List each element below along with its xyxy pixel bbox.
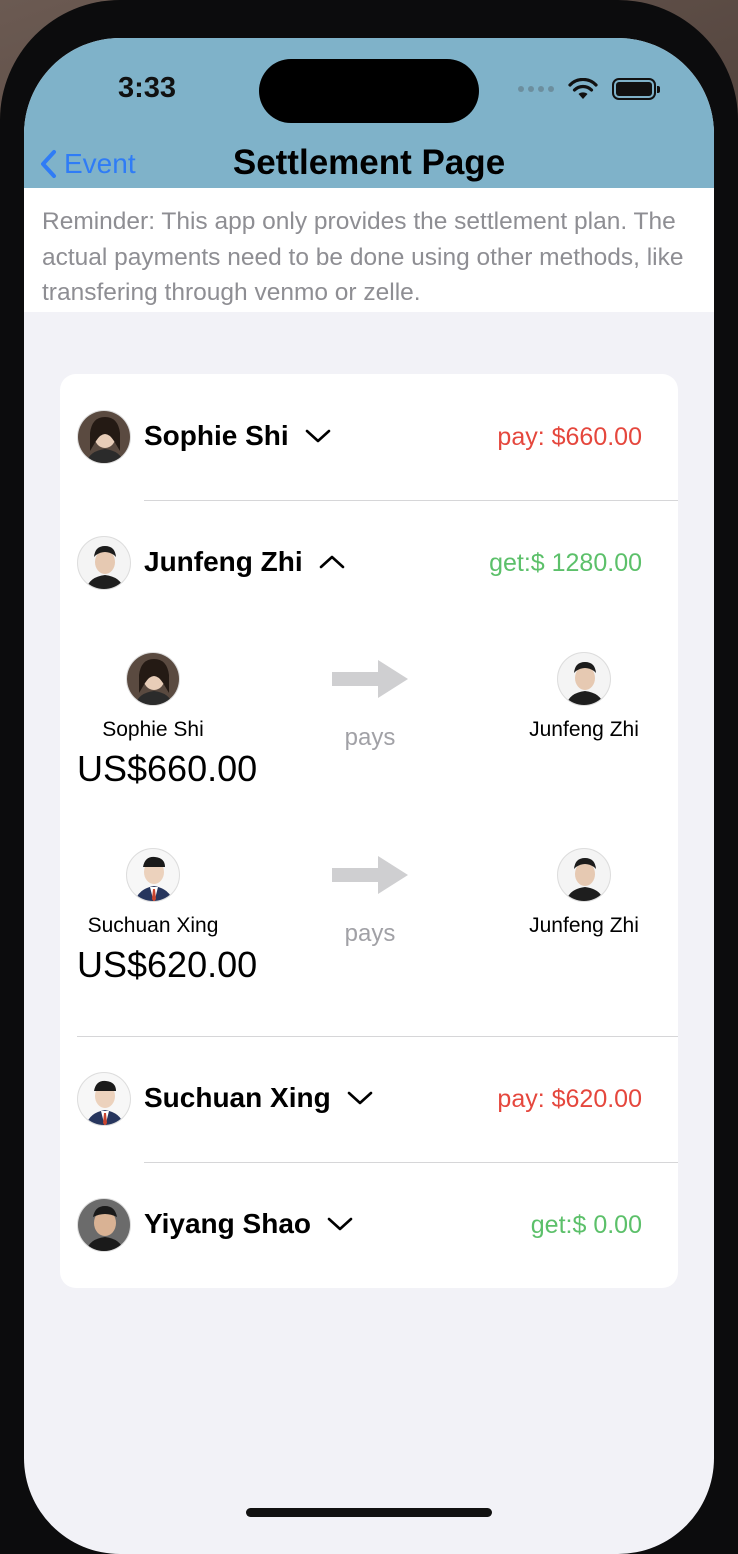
status-time: 3:33 <box>118 72 177 104</box>
chevron-down-icon[interactable] <box>347 1090 373 1106</box>
payee-name: Junfeng Zhi <box>529 914 639 937</box>
member-name-text: Suchuan Xing <box>144 1082 331 1113</box>
payee-avatar <box>557 652 611 706</box>
member-row-sophie-shi[interactable]: Sophie Shi pay: $660.00 <box>60 374 678 500</box>
member-name: Junfeng Zhi <box>144 546 345 578</box>
member-name: Sophie Shi <box>144 420 331 452</box>
payer-name: Suchuan Xing <box>87 914 219 937</box>
pays-label: pays <box>344 724 396 751</box>
avatar <box>77 1198 131 1252</box>
status-icons <box>518 78 660 100</box>
member-balance: pay: $660.00 <box>497 423 642 451</box>
dynamic-island <box>259 59 479 123</box>
avatar <box>77 536 131 590</box>
avatar <box>77 1072 131 1126</box>
payee-avatar <box>557 848 611 902</box>
member-row-junfeng-zhi[interactable]: Junfeng Zhi get:$ 1280.00 <box>60 500 678 626</box>
home-indicator[interactable] <box>246 1508 492 1517</box>
member-row-yiyang-shao[interactable]: Yiyang Shao get:$ 0.00 <box>60 1162 678 1288</box>
member-name-text: Yiyang Shao <box>144 1208 312 1239</box>
reminder-text: Reminder: This app only provides the set… <box>24 188 714 312</box>
chevron-up-icon[interactable] <box>319 554 345 570</box>
cellular-icon <box>518 86 554 92</box>
transaction-row: Suchuan Xing US$620.00 pays Junfeng Zhi <box>60 848 678 1044</box>
settlement-card: Sophie Shi pay: $660.00 Junfeng Zhi get:… <box>60 374 678 1288</box>
member-balance: get:$ 1280.00 <box>489 549 642 577</box>
payer-avatar <box>126 848 180 902</box>
header: 3:33 Event Settlement Page <box>24 38 714 188</box>
avatar <box>77 410 131 464</box>
transaction-row: Sophie Shi US$660.00 pays Junfeng Zhi <box>60 652 678 848</box>
chevron-down-icon[interactable] <box>327 1216 353 1232</box>
screen: 3:33 Event Settlement Page Reminder: Thi… <box>24 38 714 1554</box>
member-name: Suchuan Xing <box>144 1082 373 1114</box>
phone-frame: 3:33 Event Settlement Page Reminder: Thi… <box>0 0 738 1554</box>
arrow-right-icon <box>332 856 408 894</box>
transaction-amount: US$620.00 <box>77 944 258 985</box>
payee-name: Junfeng Zhi <box>529 718 639 741</box>
page-title: Settlement Page <box>232 143 506 182</box>
member-name-text: Sophie Shi <box>144 420 289 451</box>
chevron-down-icon[interactable] <box>305 428 331 444</box>
member-balance: get:$ 0.00 <box>530 1211 642 1239</box>
wifi-icon <box>568 78 598 99</box>
pays-label: pays <box>344 920 396 947</box>
member-row-suchuan-xing[interactable]: Suchuan Xing pay: $620.00 <box>60 1036 678 1162</box>
payer-avatar <box>126 652 180 706</box>
member-name: Yiyang Shao <box>144 1208 353 1240</box>
member-name-text: Junfeng Zhi <box>144 546 303 577</box>
transaction-amount: US$660.00 <box>77 748 258 789</box>
member-balance: pay: $620.00 <box>497 1085 642 1113</box>
battery-icon <box>612 78 660 100</box>
payer-name: Sophie Shi <box>102 718 204 741</box>
arrow-right-icon <box>332 660 408 698</box>
